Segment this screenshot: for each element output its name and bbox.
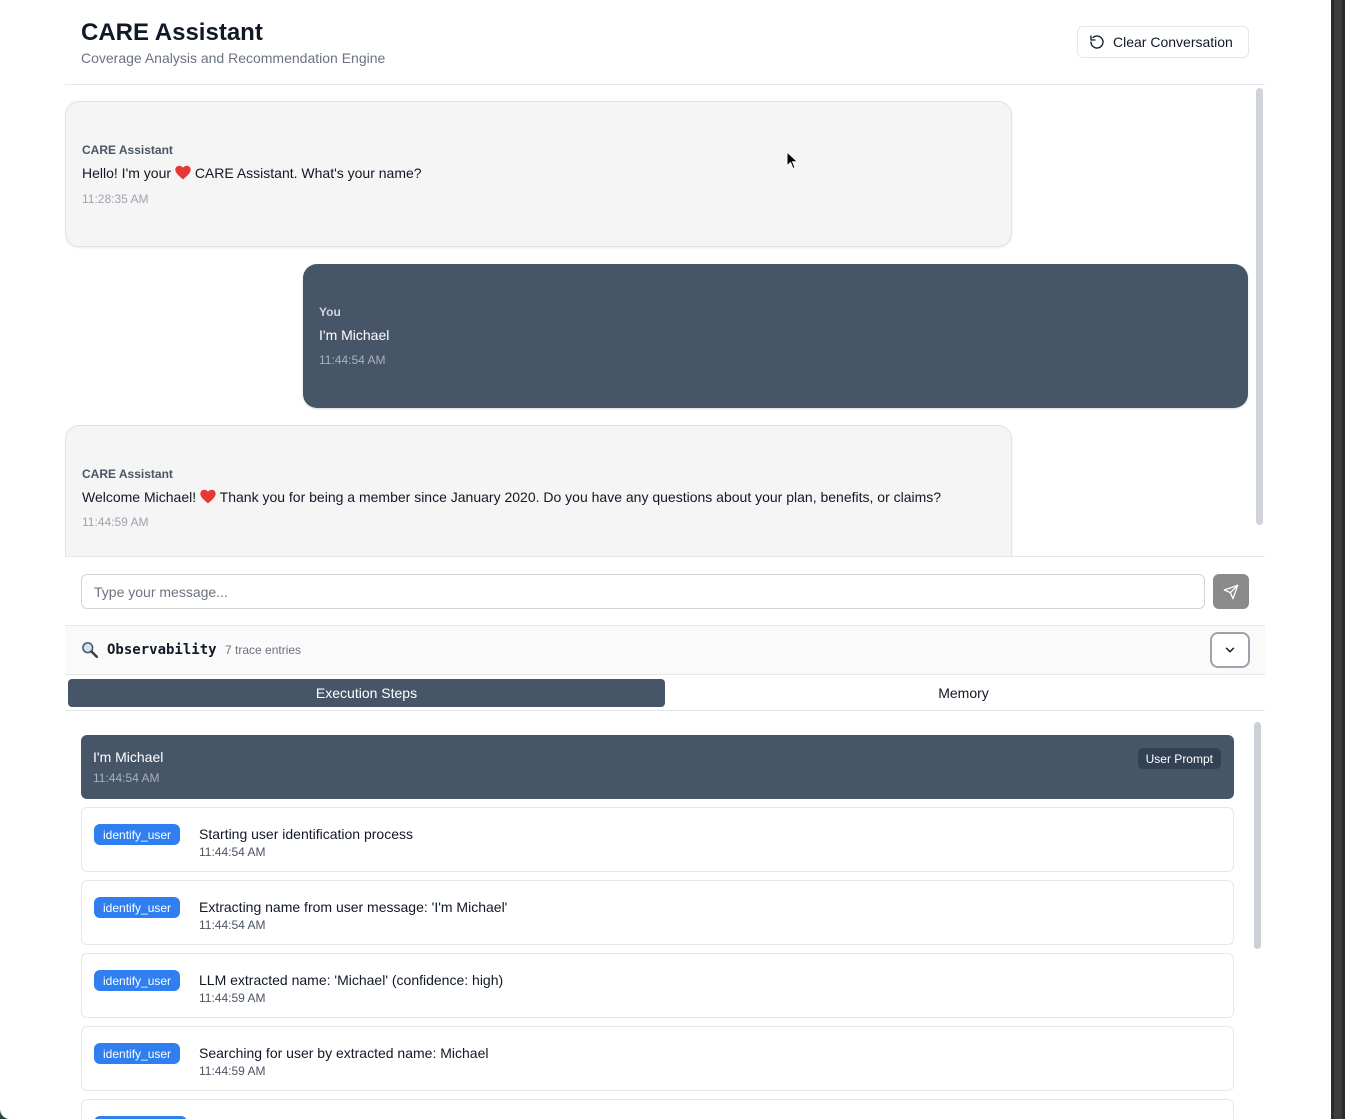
app-container: CARE Assistant Coverage Analysis and Rec…: [65, 0, 1265, 1119]
message-sender: CARE Assistant: [82, 467, 173, 481]
trace-entry: identify_user Starting user identificati…: [81, 807, 1234, 872]
trace-entry: identify_user LLM extracted name: 'Micha…: [81, 953, 1234, 1018]
send-button[interactable]: [1213, 574, 1249, 609]
trace-entry-partial: [81, 1099, 1234, 1119]
window-edge: [1331, 0, 1345, 1119]
refresh-icon: [1090, 35, 1104, 49]
heart-icon: [200, 489, 216, 504]
execution-steps-panel[interactable]: I'm Michael 11:44:54 AM User Prompt iden…: [65, 711, 1265, 1119]
app-title: CARE Assistant: [81, 19, 263, 46]
observability-tabs: Execution Steps Memory: [65, 675, 1265, 711]
assistant-message: CARE Assistant Hello! I'm your CARE Assi…: [65, 101, 1012, 247]
clear-conversation-label: Clear Conversation: [1113, 34, 1233, 50]
tab-memory[interactable]: Memory: [665, 679, 1262, 707]
step-text: LLM extracted name: 'Michael' (confidenc…: [199, 972, 504, 988]
observability-header: Observability 7 trace entries: [65, 626, 1265, 675]
send-icon: [1223, 584, 1239, 599]
collapse-observability-button[interactable]: [1210, 632, 1250, 668]
chevron-down-icon: [1225, 647, 1235, 653]
app-header: CARE Assistant Coverage Analysis and Rec…: [65, 0, 1265, 85]
message-text: Welcome Michael! Thank you for being a m…: [82, 489, 942, 505]
step-text: Starting user identification process: [199, 826, 413, 842]
step-badge: identify_user: [94, 1043, 181, 1064]
steps-scrollbar[interactable]: [1254, 722, 1261, 949]
step-time: 11:44:59 AM: [199, 991, 266, 1005]
step-time: 11:44:54 AM: [199, 845, 266, 859]
step-time: 11:44:54 AM: [199, 918, 266, 932]
message-input[interactable]: [81, 574, 1205, 609]
message-time: 11:28:35 AM: [82, 192, 149, 206]
prompt-time: 11:44:54 AM: [93, 771, 160, 785]
mouse-cursor-icon: [786, 151, 799, 170]
message-composer: [65, 556, 1265, 626]
tab-execution-steps[interactable]: Execution Steps: [68, 679, 665, 707]
chat-scrollbar[interactable]: [1256, 88, 1263, 525]
step-text: Extracting name from user message: 'I'm …: [199, 899, 508, 915]
user-message: You I'm Michael 11:44:54 AM: [303, 264, 1248, 408]
clear-conversation-button[interactable]: Clear Conversation: [1077, 26, 1249, 58]
step-badge: identify_user: [94, 970, 181, 991]
prompt-text: I'm Michael: [93, 749, 164, 765]
app-window: CARE Assistant Coverage Analysis and Rec…: [0, 0, 1331, 1119]
message-time: 11:44:54 AM: [319, 353, 386, 367]
step-text: Searching for user by extracted name: Mi…: [199, 1045, 489, 1061]
trace-entry: identify_user Searching for user by extr…: [81, 1026, 1234, 1091]
step-badge: identify_user: [94, 824, 181, 845]
message-text: I'm Michael: [319, 327, 390, 343]
step-time: 11:44:59 AM: [199, 1064, 266, 1078]
message-sender: You: [319, 305, 341, 319]
assistant-message: CARE Assistant Welcome Michael! Thank yo…: [65, 425, 1012, 556]
user-prompt-badge: User Prompt: [1137, 748, 1221, 769]
message-text: Hello! I'm your CARE Assistant. What's y…: [82, 165, 422, 181]
message-sender: CARE Assistant: [82, 143, 173, 157]
trace-entry: identify_user Extracting name from user …: [81, 880, 1234, 945]
chat-history[interactable]: CARE Assistant Hello! I'm your CARE Assi…: [65, 86, 1265, 556]
app-subtitle: Coverage Analysis and Recommendation Eng…: [81, 50, 386, 66]
observability-title: Observability: [107, 642, 217, 658]
step-badge: identify_user: [94, 897, 181, 918]
trace-count: 7 trace entries: [225, 643, 302, 657]
heart-icon: [175, 165, 191, 180]
message-time: 11:44:59 AM: [82, 515, 149, 529]
user-prompt-card: I'm Michael 11:44:54 AM User Prompt: [81, 735, 1234, 799]
magnifier-icon: [82, 642, 99, 659]
